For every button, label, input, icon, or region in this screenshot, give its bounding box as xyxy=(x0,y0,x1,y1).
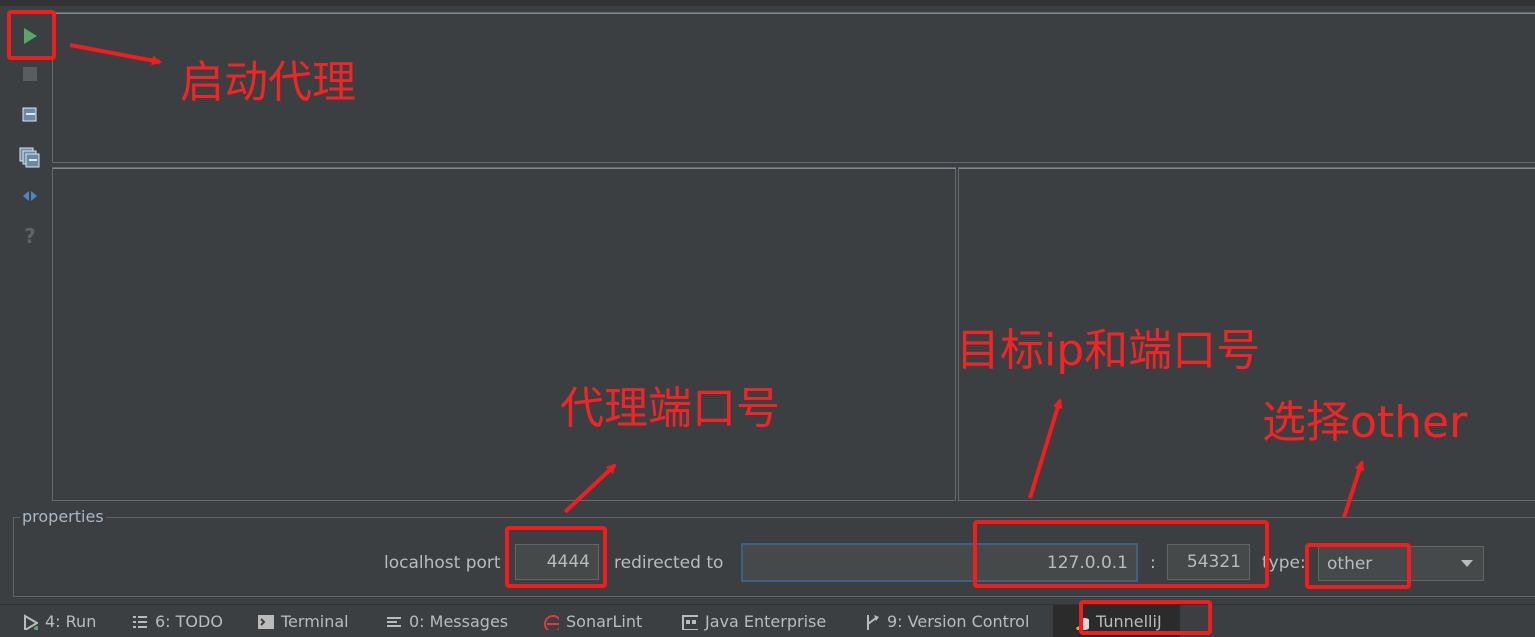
annotation-target-ip-port: 目标ip和端口号 xyxy=(956,325,1261,376)
annotation-choose-other: 选择other xyxy=(1262,397,1468,448)
arrow-start-proxy xyxy=(69,43,162,66)
annotation-start-proxy: 启动代理 xyxy=(180,57,356,108)
arrow-proxy-port xyxy=(563,463,617,514)
arrow-type xyxy=(1342,460,1365,518)
annotation-proxy-port: 代理端口号 xyxy=(560,383,780,434)
arrow-target xyxy=(1028,398,1063,499)
